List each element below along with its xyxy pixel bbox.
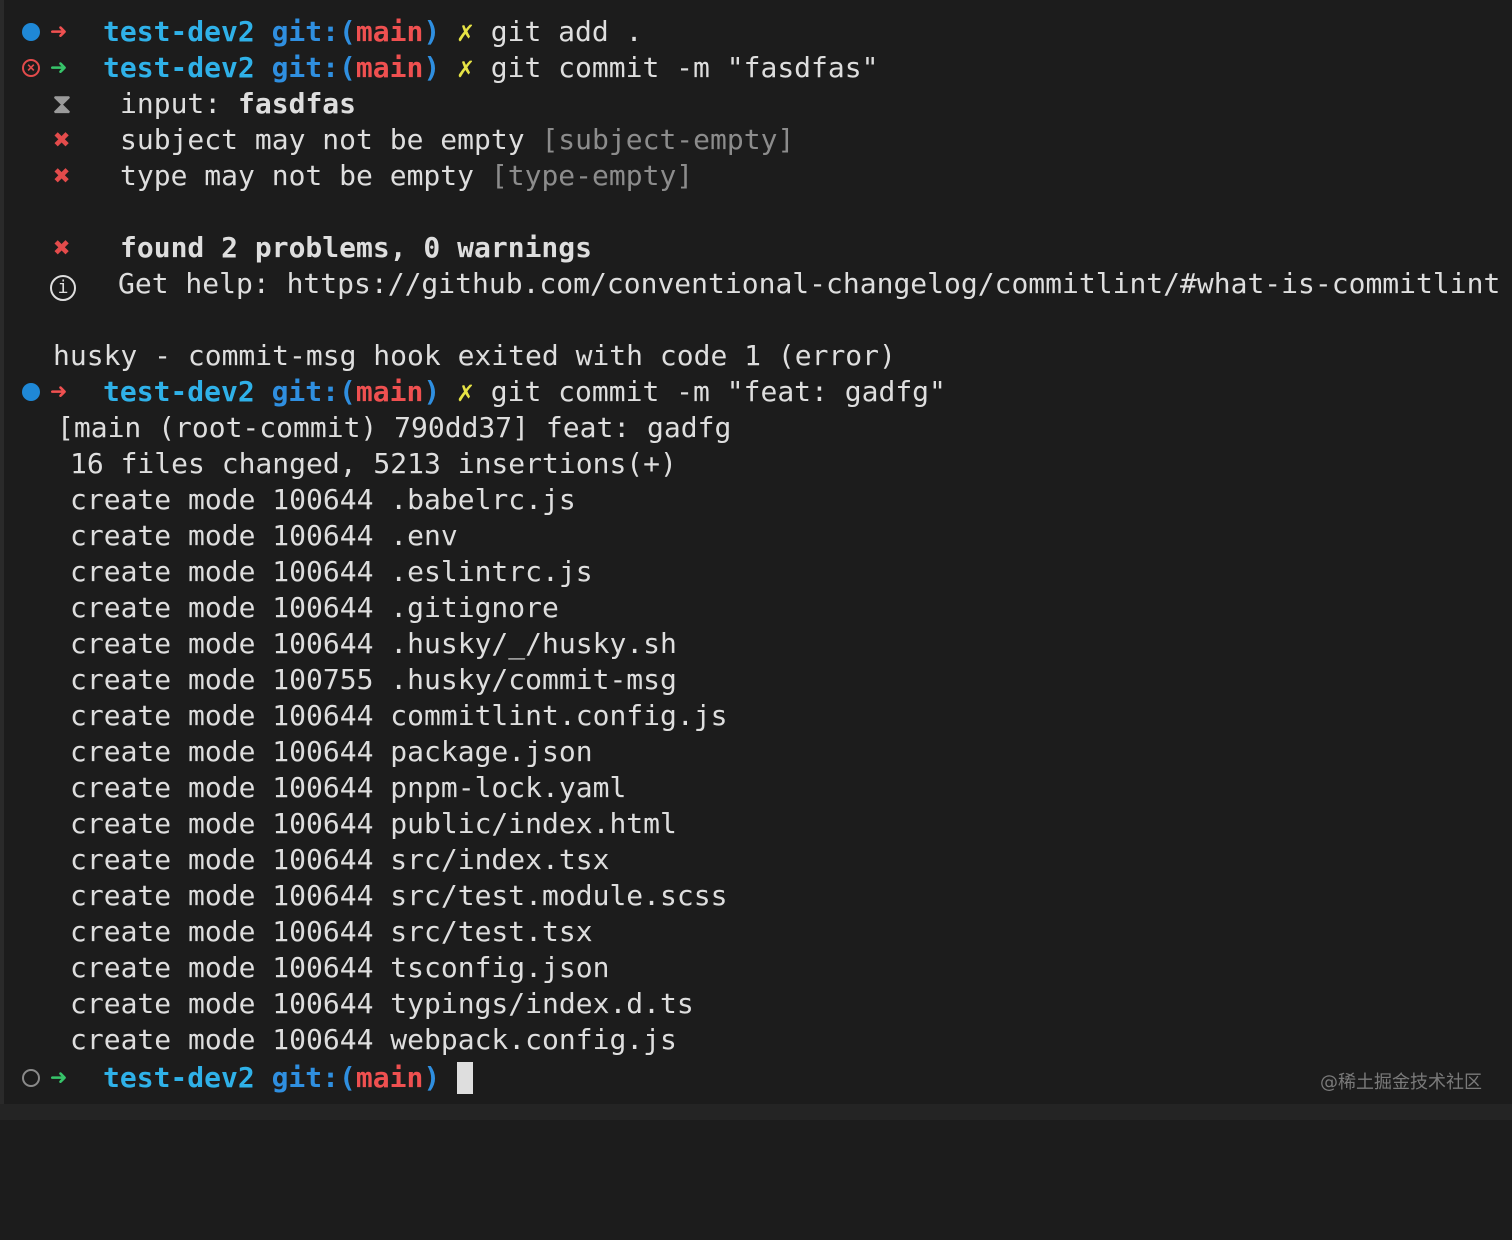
file-entry: create mode 100644 .env	[70, 519, 458, 552]
prompt-line-current: ➜ test-dev2 git:(main)	[0, 1060, 474, 1096]
prompt-dir: test-dev2	[103, 1061, 255, 1094]
hook-error-line: husky - commit-msg hook exited with code…	[0, 338, 896, 374]
prompt-git-close: )	[423, 51, 441, 84]
file-entry: create mode 100644 .babelrc.js	[70, 483, 576, 516]
prompt-git-open: git:(	[271, 51, 356, 84]
file-entry: create mode 100644 public/index.html	[70, 807, 677, 840]
file-entry: create mode 100644 package.json	[70, 735, 593, 768]
lint-error-line: ✖ type may not be empty [type-empty]	[0, 158, 694, 194]
prompt-arrow-icon: ➜	[50, 1061, 67, 1094]
lint-error-line: ✖ subject may not be empty [subject-empt…	[0, 122, 795, 158]
file-entry: create mode 100644 webpack.config.js	[70, 1023, 677, 1056]
commit-header-line: [main (root-commit) 790dd37] feat: gadfg	[0, 410, 731, 446]
prompt: test-dev2 git:(main) ✗ git commit -m "fa…	[103, 50, 878, 86]
lint-input-label: input:	[120, 87, 239, 120]
commit-stats-line: 16 files changed, 5213 insertions(+)	[0, 446, 677, 482]
lint-input-line: ⧗ input: fasdfas	[0, 86, 356, 122]
prompt-branch: main	[355, 1061, 424, 1094]
prompt-git-open: git:(	[271, 1061, 356, 1094]
error-x-icon: ✖	[53, 123, 71, 156]
terminal-output[interactable]: ➜ test-dev2 git:(main) ✗ git add . × ➜ t…	[0, 0, 1512, 1120]
prompt-git-open: git:(	[271, 15, 356, 48]
prompt-arrow-icon: ➜	[50, 51, 67, 84]
command-status-dot-icon[interactable]	[22, 383, 40, 401]
prompt-dir: test-dev2	[103, 375, 255, 408]
file-entry: create mode 100644 .husky/_/husky.sh	[70, 627, 677, 660]
command-text: git add .	[490, 15, 643, 48]
lint-input-value: fasdfas	[238, 87, 357, 120]
prompt-dir: test-dev2	[103, 51, 255, 84]
prompt: test-dev2 git:(main) ✗ git add .	[103, 14, 642, 50]
prompt-git-open: git:(	[271, 375, 356, 408]
command-pending-icon	[22, 1069, 40, 1087]
prompt-line-1: ➜ test-dev2 git:(main) ✗ git add .	[0, 14, 642, 50]
prompt-arrow-icon: ➜	[50, 375, 67, 408]
file-entry: create mode 100644 commitlint.config.js	[70, 699, 728, 732]
prompt-branch: main	[355, 51, 424, 84]
error-x-icon: ✖	[53, 231, 71, 264]
lint-help-line: i Get help: https://github.com/conventio…	[0, 266, 1500, 302]
file-entry: create mode 100644 pnpm-lock.yaml	[70, 771, 627, 804]
dirty-icon: ✗	[457, 15, 474, 48]
prompt: test-dev2 git:(main) ✗ git commit -m "fe…	[103, 374, 946, 410]
hourglass-icon: ⧗	[52, 87, 72, 120]
file-entry: create mode 100644 .gitignore	[70, 591, 559, 624]
bottom-bar	[0, 1104, 1512, 1120]
prompt-arrow-icon: ➜	[50, 15, 67, 48]
prompt-line-2: × ➜ test-dev2 git:(main) ✗ git commit -m…	[0, 50, 878, 86]
prompt-branch: main	[355, 15, 424, 48]
watermark: @稀土掘金技术社区	[1320, 1072, 1482, 1093]
file-entry: create mode 100644 src/index.tsx	[70, 843, 610, 876]
file-entry: create mode 100755 .husky/commit-msg	[70, 663, 677, 696]
file-entry: create mode 100644 src/test.tsx	[70, 915, 593, 948]
lint-error-rule: [type-empty]	[490, 159, 694, 192]
prompt: test-dev2 git:(main)	[103, 1060, 474, 1096]
file-entry: create mode 100644 tsconfig.json	[70, 951, 610, 984]
prompt-git-close: )	[423, 375, 441, 408]
hook-error-text: husky - commit-msg hook exited with code…	[53, 339, 896, 372]
command-error-icon[interactable]: ×	[22, 59, 40, 77]
lint-error-text: subject may not be empty	[120, 123, 542, 156]
lint-summary: found 2 problems, 0 warnings	[120, 231, 593, 264]
terminal-cursor[interactable]	[457, 1062, 474, 1094]
dirty-icon: ✗	[457, 375, 474, 408]
command-status-dot-icon[interactable]	[22, 23, 40, 41]
command-text: git commit -m "fasdfas"	[490, 51, 879, 84]
file-entry: create mode 100644 .eslintrc.js	[70, 555, 593, 588]
info-circle-icon: i	[50, 275, 76, 301]
prompt-line-3: ➜ test-dev2 git:(main) ✗ git commit -m "…	[0, 374, 946, 410]
prompt-dir: test-dev2	[103, 15, 255, 48]
prompt-git-close: )	[423, 1061, 441, 1094]
lint-help-text[interactable]: Get help: https://github.com/conventiona…	[118, 266, 1500, 302]
file-entry: create mode 100644 typings/index.d.ts	[70, 987, 694, 1020]
lint-error-text: type may not be empty	[120, 159, 491, 192]
commit-header: [main (root-commit) 790dd37] feat: gadfg	[57, 411, 732, 444]
file-entry: create mode 100644 src/test.module.scss	[70, 879, 728, 912]
dirty-icon: ✗	[457, 51, 474, 84]
command-text: git commit -m "feat: gadfg"	[490, 375, 946, 408]
lint-error-rule: [subject-empty]	[541, 123, 795, 156]
info-icon: i	[50, 266, 76, 302]
prompt-git-close: )	[423, 15, 441, 48]
lint-summary-line: ✖ found 2 problems, 0 warnings	[0, 230, 592, 266]
commit-stats: 16 files changed, 5213 insertions(+)	[70, 447, 677, 480]
error-x-icon: ✖	[53, 159, 71, 192]
prompt-branch: main	[355, 375, 424, 408]
